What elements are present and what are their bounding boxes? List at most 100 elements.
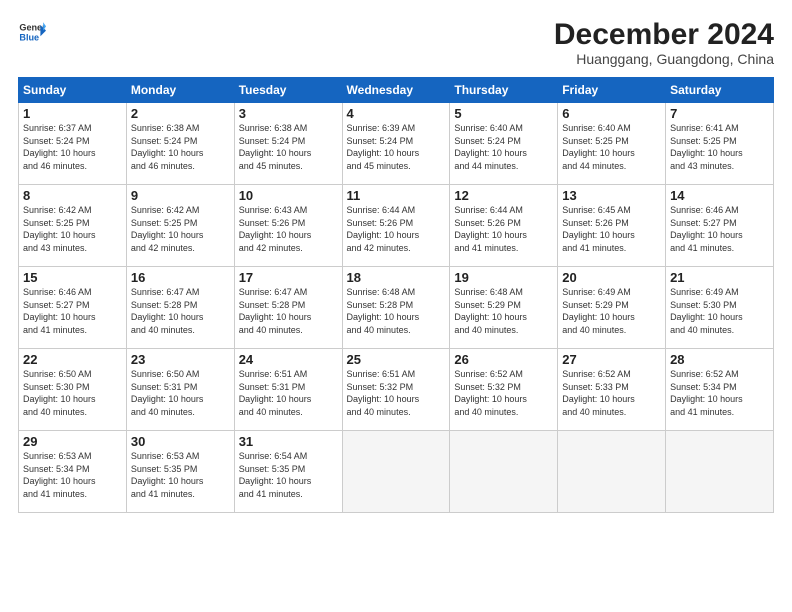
col-friday: Friday (558, 78, 666, 103)
header: General Blue December 2024 Huanggang, Gu… (18, 18, 774, 67)
calendar: Sunday Monday Tuesday Wednesday Thursday… (18, 77, 774, 513)
day-info: Sunrise: 6:41 AM Sunset: 5:25 PM Dayligh… (670, 122, 769, 172)
day-info: Sunrise: 6:44 AM Sunset: 5:26 PM Dayligh… (454, 204, 553, 254)
day-info: Sunrise: 6:43 AM Sunset: 5:26 PM Dayligh… (239, 204, 338, 254)
col-sunday: Sunday (19, 78, 127, 103)
logo-icon: General Blue (18, 18, 46, 46)
day-info: Sunrise: 6:38 AM Sunset: 5:24 PM Dayligh… (131, 122, 230, 172)
day-number: 14 (670, 188, 769, 203)
day-number: 25 (347, 352, 446, 367)
calendar-cell: 26Sunrise: 6:52 AM Sunset: 5:32 PM Dayli… (450, 349, 558, 431)
calendar-cell: 18Sunrise: 6:48 AM Sunset: 5:28 PM Dayli… (342, 267, 450, 349)
day-number: 4 (347, 106, 446, 121)
calendar-row: 8Sunrise: 6:42 AM Sunset: 5:25 PM Daylig… (19, 185, 774, 267)
day-number: 30 (131, 434, 230, 449)
calendar-cell (450, 431, 558, 513)
day-number: 12 (454, 188, 553, 203)
calendar-cell: 3Sunrise: 6:38 AM Sunset: 5:24 PM Daylig… (234, 103, 342, 185)
title-area: December 2024 Huanggang, Guangdong, Chin… (554, 18, 774, 67)
day-info: Sunrise: 6:54 AM Sunset: 5:35 PM Dayligh… (239, 450, 338, 500)
day-info: Sunrise: 6:52 AM Sunset: 5:34 PM Dayligh… (670, 368, 769, 418)
day-number: 27 (562, 352, 661, 367)
day-number: 19 (454, 270, 553, 285)
col-tuesday: Tuesday (234, 78, 342, 103)
day-number: 8 (23, 188, 122, 203)
col-thursday: Thursday (450, 78, 558, 103)
day-info: Sunrise: 6:49 AM Sunset: 5:30 PM Dayligh… (670, 286, 769, 336)
calendar-cell: 14Sunrise: 6:46 AM Sunset: 5:27 PM Dayli… (666, 185, 774, 267)
calendar-cell: 28Sunrise: 6:52 AM Sunset: 5:34 PM Dayli… (666, 349, 774, 431)
day-number: 21 (670, 270, 769, 285)
calendar-cell: 16Sunrise: 6:47 AM Sunset: 5:28 PM Dayli… (126, 267, 234, 349)
day-number: 3 (239, 106, 338, 121)
calendar-cell: 29Sunrise: 6:53 AM Sunset: 5:34 PM Dayli… (19, 431, 127, 513)
day-info: Sunrise: 6:49 AM Sunset: 5:29 PM Dayligh… (562, 286, 661, 336)
calendar-cell: 21Sunrise: 6:49 AM Sunset: 5:30 PM Dayli… (666, 267, 774, 349)
day-info: Sunrise: 6:37 AM Sunset: 5:24 PM Dayligh… (23, 122, 122, 172)
calendar-row: 15Sunrise: 6:46 AM Sunset: 5:27 PM Dayli… (19, 267, 774, 349)
day-info: Sunrise: 6:48 AM Sunset: 5:29 PM Dayligh… (454, 286, 553, 336)
day-info: Sunrise: 6:52 AM Sunset: 5:33 PM Dayligh… (562, 368, 661, 418)
calendar-cell (342, 431, 450, 513)
day-info: Sunrise: 6:46 AM Sunset: 5:27 PM Dayligh… (670, 204, 769, 254)
day-number: 31 (239, 434, 338, 449)
day-info: Sunrise: 6:42 AM Sunset: 5:25 PM Dayligh… (23, 204, 122, 254)
day-number: 1 (23, 106, 122, 121)
calendar-cell: 27Sunrise: 6:52 AM Sunset: 5:33 PM Dayli… (558, 349, 666, 431)
day-info: Sunrise: 6:48 AM Sunset: 5:28 PM Dayligh… (347, 286, 446, 336)
day-info: Sunrise: 6:47 AM Sunset: 5:28 PM Dayligh… (239, 286, 338, 336)
day-number: 13 (562, 188, 661, 203)
day-number: 17 (239, 270, 338, 285)
day-number: 9 (131, 188, 230, 203)
day-number: 10 (239, 188, 338, 203)
calendar-cell (558, 431, 666, 513)
day-info: Sunrise: 6:51 AM Sunset: 5:31 PM Dayligh… (239, 368, 338, 418)
col-saturday: Saturday (666, 78, 774, 103)
day-info: Sunrise: 6:45 AM Sunset: 5:26 PM Dayligh… (562, 204, 661, 254)
day-info: Sunrise: 6:42 AM Sunset: 5:25 PM Dayligh… (131, 204, 230, 254)
page: General Blue December 2024 Huanggang, Gu… (0, 0, 792, 612)
day-number: 20 (562, 270, 661, 285)
day-info: Sunrise: 6:50 AM Sunset: 5:30 PM Dayligh… (23, 368, 122, 418)
calendar-cell: 4Sunrise: 6:39 AM Sunset: 5:24 PM Daylig… (342, 103, 450, 185)
day-number: 15 (23, 270, 122, 285)
calendar-row: 1Sunrise: 6:37 AM Sunset: 5:24 PM Daylig… (19, 103, 774, 185)
day-number: 29 (23, 434, 122, 449)
calendar-row: 22Sunrise: 6:50 AM Sunset: 5:30 PM Dayli… (19, 349, 774, 431)
day-info: Sunrise: 6:40 AM Sunset: 5:24 PM Dayligh… (454, 122, 553, 172)
calendar-row: 29Sunrise: 6:53 AM Sunset: 5:34 PM Dayli… (19, 431, 774, 513)
day-number: 28 (670, 352, 769, 367)
calendar-cell: 1Sunrise: 6:37 AM Sunset: 5:24 PM Daylig… (19, 103, 127, 185)
day-info: Sunrise: 6:38 AM Sunset: 5:24 PM Dayligh… (239, 122, 338, 172)
calendar-cell: 7Sunrise: 6:41 AM Sunset: 5:25 PM Daylig… (666, 103, 774, 185)
day-info: Sunrise: 6:46 AM Sunset: 5:27 PM Dayligh… (23, 286, 122, 336)
day-number: 18 (347, 270, 446, 285)
day-info: Sunrise: 6:51 AM Sunset: 5:32 PM Dayligh… (347, 368, 446, 418)
day-number: 24 (239, 352, 338, 367)
day-info: Sunrise: 6:52 AM Sunset: 5:32 PM Dayligh… (454, 368, 553, 418)
calendar-cell: 22Sunrise: 6:50 AM Sunset: 5:30 PM Dayli… (19, 349, 127, 431)
header-row: Sunday Monday Tuesday Wednesday Thursday… (19, 78, 774, 103)
location: Huanggang, Guangdong, China (554, 51, 774, 67)
calendar-cell (666, 431, 774, 513)
col-wednesday: Wednesday (342, 78, 450, 103)
day-number: 23 (131, 352, 230, 367)
calendar-cell: 6Sunrise: 6:40 AM Sunset: 5:25 PM Daylig… (558, 103, 666, 185)
day-info: Sunrise: 6:47 AM Sunset: 5:28 PM Dayligh… (131, 286, 230, 336)
day-number: 2 (131, 106, 230, 121)
logo: General Blue (18, 18, 46, 46)
calendar-cell: 10Sunrise: 6:43 AM Sunset: 5:26 PM Dayli… (234, 185, 342, 267)
calendar-cell: 11Sunrise: 6:44 AM Sunset: 5:26 PM Dayli… (342, 185, 450, 267)
calendar-cell: 20Sunrise: 6:49 AM Sunset: 5:29 PM Dayli… (558, 267, 666, 349)
day-number: 26 (454, 352, 553, 367)
day-info: Sunrise: 6:39 AM Sunset: 5:24 PM Dayligh… (347, 122, 446, 172)
day-info: Sunrise: 6:53 AM Sunset: 5:35 PM Dayligh… (131, 450, 230, 500)
calendar-cell: 8Sunrise: 6:42 AM Sunset: 5:25 PM Daylig… (19, 185, 127, 267)
day-info: Sunrise: 6:40 AM Sunset: 5:25 PM Dayligh… (562, 122, 661, 172)
calendar-cell: 31Sunrise: 6:54 AM Sunset: 5:35 PM Dayli… (234, 431, 342, 513)
svg-text:Blue: Blue (19, 32, 39, 42)
calendar-cell: 25Sunrise: 6:51 AM Sunset: 5:32 PM Dayli… (342, 349, 450, 431)
calendar-cell: 2Sunrise: 6:38 AM Sunset: 5:24 PM Daylig… (126, 103, 234, 185)
calendar-cell: 19Sunrise: 6:48 AM Sunset: 5:29 PM Dayli… (450, 267, 558, 349)
day-number: 11 (347, 188, 446, 203)
